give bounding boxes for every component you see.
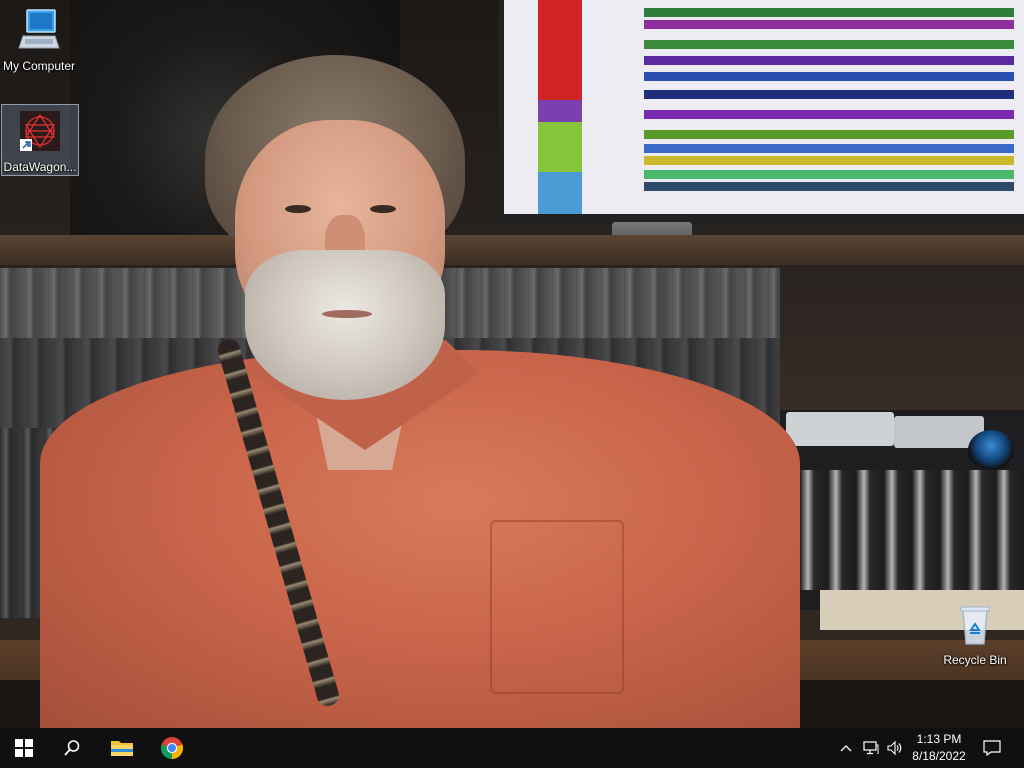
wallpaper-person-eye bbox=[285, 205, 311, 213]
wallpaper-track bbox=[644, 72, 1014, 81]
taskbar: 1:13 PM 8/18/2022 bbox=[0, 728, 1024, 768]
wallpaper-track-colors bbox=[538, 100, 582, 122]
taskbar-clock[interactable]: 1:13 PM 8/18/2022 bbox=[904, 731, 974, 765]
wallpaper-console-buttons bbox=[800, 470, 1024, 590]
search-button[interactable] bbox=[48, 728, 96, 768]
wallpaper-track-colors bbox=[538, 122, 582, 172]
volume-icon bbox=[887, 741, 902, 755]
show-hidden-icons-button[interactable] bbox=[836, 728, 856, 768]
chrome-icon bbox=[160, 737, 184, 760]
wallpaper-track bbox=[644, 182, 1014, 191]
wallpaper-person-mouth bbox=[322, 310, 372, 318]
wallpaper-person-beard bbox=[245, 250, 445, 400]
desktop-icon-label: DataWagon... bbox=[3, 160, 77, 174]
desktop-wallpaper bbox=[0, 0, 1024, 728]
wallpaper-track bbox=[644, 56, 1014, 65]
windows-logo-icon bbox=[15, 739, 33, 757]
chevron-up-icon bbox=[840, 745, 852, 752]
wallpaper-track bbox=[644, 8, 1014, 17]
desktop-icon-recycle-bin[interactable]: Recycle Bin bbox=[937, 600, 1013, 667]
wallpaper-monitor-screen bbox=[504, 0, 1024, 214]
wallpaper-track bbox=[644, 40, 1014, 49]
wallpaper-track-colors bbox=[538, 172, 582, 214]
wallpaper-track bbox=[644, 110, 1014, 119]
datawagon-app-icon bbox=[20, 111, 60, 151]
desktop-icon-my-computer[interactable]: My Computer bbox=[1, 6, 77, 73]
clock-date: 8/18/2022 bbox=[912, 749, 966, 763]
wallpaper-person-pocket bbox=[490, 520, 624, 694]
desktop-icon-label: Recycle Bin bbox=[943, 653, 1007, 667]
folder-icon bbox=[111, 741, 133, 756]
wallpaper-track bbox=[644, 144, 1014, 153]
volume-button[interactable] bbox=[884, 728, 906, 768]
clock-time: 1:13 PM bbox=[916, 732, 962, 746]
wallpaper-track bbox=[644, 90, 1014, 99]
wallpaper-track bbox=[644, 170, 1014, 179]
action-center-button[interactable] bbox=[978, 728, 1006, 768]
wallpaper-person-eye bbox=[370, 205, 396, 213]
wallpaper-keyboard bbox=[786, 412, 894, 446]
recycle-bin-icon bbox=[960, 606, 990, 645]
wallpaper-track bbox=[644, 130, 1014, 139]
wallpaper-trackball bbox=[968, 430, 1014, 470]
wallpaper-track-colors bbox=[538, 0, 582, 100]
desktop-icon-label: My Computer bbox=[2, 59, 76, 73]
file-explorer-button[interactable] bbox=[98, 728, 146, 768]
wallpaper-track bbox=[644, 20, 1014, 29]
wallpaper-shelf bbox=[0, 235, 1024, 265]
start-button[interactable] bbox=[0, 728, 48, 768]
desktop-icon-datawagon[interactable]: DataWagon... bbox=[1, 104, 79, 176]
network-button[interactable] bbox=[860, 728, 882, 768]
notification-icon bbox=[983, 740, 1001, 756]
wallpaper-track bbox=[644, 156, 1014, 165]
search-icon bbox=[64, 740, 80, 756]
network-icon bbox=[863, 741, 879, 755]
computer-icon bbox=[18, 9, 60, 49]
chrome-button[interactable] bbox=[148, 728, 196, 768]
